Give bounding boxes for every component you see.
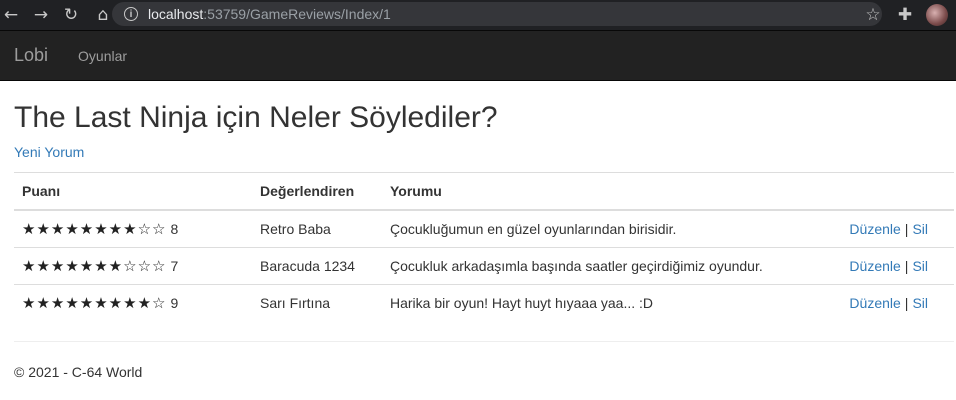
comment-cell: Çocukluk arkadaşımla başında saatler geç…: [382, 247, 826, 285]
brand-link[interactable]: Lobi: [14, 45, 48, 66]
profile-avatar[interactable]: [926, 4, 948, 26]
action-separator: |: [904, 221, 909, 237]
table-row: ★★★★★★★☆☆☆ 7 Baracuda 1234 Çocukluk arkadaş…: [14, 247, 954, 285]
browser-toolbar: ← → ↻ ⌂ i localhost:53759/GameReviews/In…: [0, 0, 956, 30]
rating-stars: ★★★★★★★★☆☆: [22, 220, 167, 238]
back-icon[interactable]: ←: [0, 4, 22, 26]
column-header-reviewer: Değerlendiren: [252, 172, 382, 211]
delete-link[interactable]: Sil: [912, 258, 928, 274]
comment-cell: Çocukluğumun en güzel oyunlarından biris…: [390, 221, 677, 237]
table-header-row: Puanı Değerlendiren Yorumu: [14, 172, 954, 211]
column-header-rating: Puanı: [14, 172, 252, 211]
footer-divider: [14, 341, 954, 342]
reload-icon[interactable]: ↻: [60, 4, 82, 26]
main-content: The Last Ninja için Neler Söylediler? Ye…: [14, 81, 954, 380]
edit-link[interactable]: Düzenle: [849, 295, 900, 311]
site-navbar: Lobi Oyunlar: [0, 30, 956, 81]
site-info-icon[interactable]: i: [124, 7, 138, 21]
reviews-table: Puanı Değerlendiren Yorumu ★★★★★★★★☆☆ 8 Re…: [14, 172, 954, 321]
comment-cell: Harika bir oyun! Hayt huyt hıyaaa yaa...…: [382, 284, 826, 321]
delete-link[interactable]: Sil: [912, 221, 928, 237]
new-review-link[interactable]: Yeni Yorum: [14, 144, 84, 160]
column-header-actions: [825, 172, 954, 211]
reviewer-cell: Retro Baba: [260, 221, 331, 237]
reviewer-cell: Sarı Fırtına: [252, 284, 382, 321]
nav-link-games[interactable]: Oyunlar: [78, 48, 127, 64]
edit-link[interactable]: Düzenle: [849, 221, 900, 237]
action-separator: |: [904, 295, 909, 311]
delete-link[interactable]: Sil: [912, 295, 928, 311]
column-header-comment: Yorumu: [382, 172, 826, 211]
forward-icon[interactable]: →: [30, 4, 52, 26]
reviewer-cell: Baracuda 1234: [252, 247, 382, 285]
action-separator: |: [904, 258, 909, 274]
table-row: ★★★★★★★★☆☆ 8 Retro Baba Çocukluğumun en güz…: [14, 210, 954, 248]
rating-cell: ★★★★★★★★★☆ 9: [14, 284, 252, 321]
bookmark-star-icon[interactable]: ☆: [862, 4, 884, 26]
page-title: The Last Ninja için Neler Söylediler?: [14, 101, 498, 134]
actions-cell: Düzenle | Sil: [825, 247, 954, 285]
table-row: ★★★★★★★★★☆ 9 Sarı Fırtına Harika bir oyun! …: [14, 284, 954, 321]
actions-cell: Düzenle | Sil: [826, 210, 954, 248]
actions-cell: Düzenle | Sil: [825, 284, 954, 321]
rating-cell: ★★★★★★★☆☆☆ 7: [14, 247, 252, 285]
rating-value: 8: [170, 221, 179, 237]
rating-value: 9: [170, 295, 179, 311]
rating-value: 7: [170, 258, 179, 274]
address-bar[interactable]: i localhost:53759/GameReviews/Index/1: [112, 2, 882, 26]
url-text[interactable]: localhost:53759/GameReviews/Index/1: [148, 6, 391, 22]
rating-stars: ★★★★★★★☆☆☆: [22, 257, 167, 275]
footer-text: © 2021 - C-64 World: [14, 364, 143, 380]
rating-stars: ★★★★★★★★★☆: [22, 294, 167, 312]
rating-cell: ★★★★★★★★☆☆ 8: [14, 210, 252, 248]
extensions-puzzle-icon[interactable]: ✚: [894, 4, 916, 26]
edit-link[interactable]: Düzenle: [849, 258, 900, 274]
home-icon[interactable]: ⌂: [92, 4, 114, 26]
